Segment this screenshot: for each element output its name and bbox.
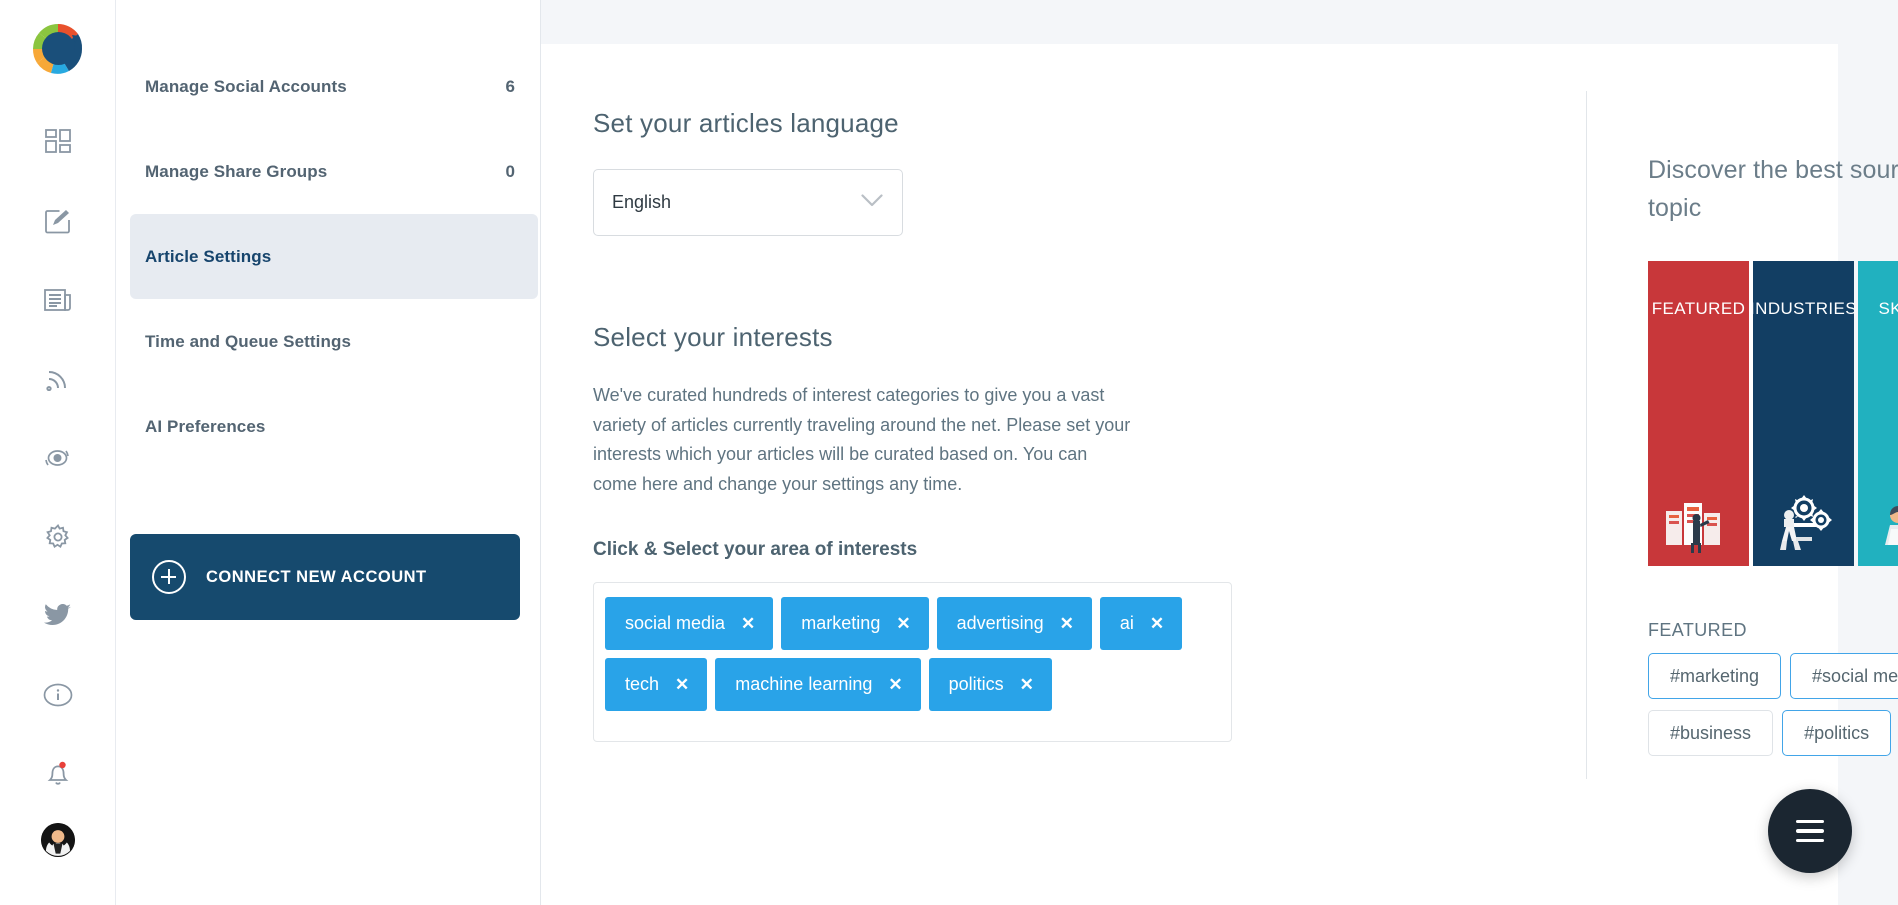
language-select-value: English	[612, 192, 672, 212]
hashtag-label: #politics	[1804, 722, 1870, 743]
remove-tag-icon[interactable]: ✕	[741, 615, 755, 632]
bell-icon[interactable]	[30, 734, 86, 813]
connect-new-account-label: CONNECT NEW ACCOUNT	[206, 567, 427, 586]
hamburger-bar	[1796, 819, 1824, 824]
hashtag-chip[interactable]: #politics	[1782, 710, 1892, 756]
remove-tag-icon[interactable]: ✕	[1060, 615, 1074, 632]
interest-tag-label: machine learning	[735, 674, 873, 695]
sidebar-item-time-and-queue-settings[interactable]: Time and Queue Settings	[130, 299, 538, 384]
history-icon[interactable]	[30, 418, 86, 497]
nav-label: Manage Social Accounts	[145, 76, 347, 96]
skills-illustration-icon	[1858, 499, 1898, 560]
remove-tag-icon[interactable]: ✕	[888, 676, 902, 693]
hashtag-label: #social media	[1812, 665, 1898, 686]
interests-section: Select your interests We've curated hund…	[593, 322, 1586, 743]
hashtag-label: #business	[1670, 722, 1752, 743]
interests-sub-heading: Click & Select your area of interests	[593, 539, 918, 561]
interest-tag[interactable]: politics ✕	[928, 658, 1052, 712]
rail-icon-list	[30, 102, 86, 813]
sidebar-item-manage-share-groups[interactable]: Manage Share Groups 0	[130, 129, 538, 214]
interest-tag[interactable]: social media ✕	[605, 597, 774, 651]
interests-heading: Select your interests	[593, 322, 833, 352]
settings-nav-panel: Manage Social Accounts 6 Manage Share Gr…	[116, 0, 541, 905]
interest-tag-label: advertising	[956, 613, 1044, 634]
app-root: Manage Social Accounts 6 Manage Share Gr…	[0, 0, 1898, 905]
category-card-featured[interactable]: FEATURED	[1648, 261, 1749, 566]
nav-label: Article Settings	[145, 246, 272, 266]
sociamonials-logo[interactable]	[27, 18, 89, 80]
twitter-icon[interactable]	[30, 576, 86, 655]
chevron-down-icon	[861, 193, 883, 212]
discover-panel: Discover the best sources for any topic …	[1586, 44, 1898, 905]
interests-description: We've curated hundreds of interest categ…	[593, 385, 1131, 494]
dashboard-icon[interactable]	[30, 102, 86, 181]
avatar[interactable]	[40, 823, 75, 857]
gear-icon[interactable]	[30, 497, 86, 576]
interest-tag-label: ai	[1119, 613, 1134, 634]
interest-tag[interactable]: ai ✕	[1099, 597, 1183, 651]
sidebar-item-ai-preferences[interactable]: AI Preferences	[130, 384, 538, 469]
newspaper-icon[interactable]	[30, 260, 86, 339]
sidebar-item-article-settings[interactable]: Article Settings	[130, 214, 538, 299]
interest-tags-container: social media ✕ marketing ✕ advertising ✕	[593, 582, 1232, 743]
connect-new-account-button[interactable]: CONNECT NEW ACCOUNT	[130, 534, 520, 620]
interest-tag-label: marketing	[801, 613, 881, 634]
remove-tag-icon[interactable]: ✕	[1150, 615, 1164, 632]
hashtag-label: #marketing	[1670, 665, 1760, 686]
plus-circle-icon	[152, 560, 186, 594]
category-strip: FEATURED INDUSTRIES SK	[1648, 261, 1898, 566]
hashtag-chip[interactable]: #business	[1648, 710, 1774, 756]
featured-section-label: FEATURED	[1648, 620, 1747, 640]
rss-icon[interactable]	[30, 339, 86, 418]
interest-tag[interactable]: tech ✕	[605, 658, 708, 712]
menu-fab-button[interactable]	[1768, 789, 1852, 873]
page-title: Set your articles language	[593, 108, 899, 138]
industries-illustration-icon	[1753, 493, 1854, 560]
interest-tag-label: tech	[625, 674, 660, 695]
hamburger-bar	[1796, 829, 1824, 833]
nav-label: Manage Share Groups	[145, 161, 328, 181]
remove-tag-icon[interactable]: ✕	[896, 615, 910, 632]
main-area: Set your articles language English Selec…	[541, 0, 1898, 905]
nav-count-badge: 0	[505, 161, 515, 181]
nav-label: Time and Queue Settings	[145, 331, 352, 351]
remove-tag-icon[interactable]: ✕	[1020, 676, 1034, 693]
featured-hashtag-list: #marketing #social media #tech #business…	[1648, 653, 1898, 767]
info-icon[interactable]	[30, 655, 86, 734]
article-settings-card: Set your articles language English Selec…	[541, 44, 1898, 905]
sidebar-item-manage-social-accounts[interactable]: Manage Social Accounts 6	[130, 44, 538, 129]
nav-count-badge: 6	[505, 76, 515, 96]
hamburger-bar	[1796, 838, 1824, 843]
featured-illustration-icon	[1648, 497, 1749, 560]
settings-column: Set your articles language English Selec…	[541, 44, 1586, 905]
language-select[interactable]: English	[593, 169, 903, 236]
icon-rail	[0, 0, 116, 905]
interest-tag[interactable]: machine learning ✕	[715, 658, 921, 712]
nav-label: AI Preferences	[145, 416, 266, 436]
interest-tag-label: politics	[948, 674, 1004, 695]
discover-title: Discover the best sources for any topic	[1648, 156, 1898, 222]
interest-tag[interactable]: marketing ✕	[781, 597, 929, 651]
interest-tag-label: social media	[625, 613, 726, 634]
compose-icon[interactable]	[30, 181, 86, 260]
interest-tag[interactable]: advertising ✕	[936, 597, 1092, 651]
category-card-industries[interactable]: INDUSTRIES	[1753, 261, 1854, 566]
remove-tag-icon[interactable]: ✕	[675, 676, 689, 693]
hashtag-chip[interactable]: #marketing	[1648, 653, 1782, 699]
category-card-skills[interactable]: SKILLS	[1858, 261, 1898, 566]
hashtag-chip[interactable]: #social media	[1790, 653, 1898, 699]
